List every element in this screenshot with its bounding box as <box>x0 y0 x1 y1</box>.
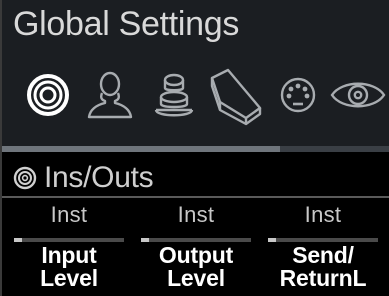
stack-knob-icon[interactable] <box>144 62 204 128</box>
slider-fill <box>14 238 22 242</box>
global-settings-screen: Global Settings Ins/Outs Inst Input Leve… <box>0 0 389 296</box>
output-level-control[interactable]: Inst Output Level <box>137 200 255 296</box>
input-level-label: Input Level <box>40 242 98 291</box>
display-eye-icon[interactable] <box>328 62 388 128</box>
output-level-label: Output Level <box>158 242 234 291</box>
header: Global Settings <box>2 0 389 152</box>
send-return-level-label: Send/ ReturnL <box>279 242 367 291</box>
footswitch-pedal-icon[interactable] <box>206 62 266 128</box>
input-level-control[interactable]: Inst Input Level <box>10 200 128 296</box>
send-return-level-control[interactable]: Inst Send/ ReturnL <box>264 200 382 296</box>
input-level-value: Inst <box>50 202 88 227</box>
midi-icon[interactable] <box>268 62 328 128</box>
ins-outs-icon <box>13 166 37 190</box>
section-title: Ins/Outs <box>44 161 154 194</box>
settings-tab-row <box>2 62 389 128</box>
page-title: Global Settings <box>13 5 240 43</box>
preferences-person-icon[interactable] <box>80 62 140 128</box>
section-header: Ins/Outs <box>12 158 154 198</box>
divider <box>2 196 389 198</box>
ins-outs-section: Ins/Outs Inst Input Level Inst Output Le… <box>2 152 389 296</box>
output-level-value: Inst <box>177 202 215 227</box>
ins-outs-icon[interactable] <box>18 62 78 128</box>
slider-fill <box>141 238 149 242</box>
slider-fill <box>268 238 276 242</box>
send-return-level-value: Inst <box>304 202 342 227</box>
